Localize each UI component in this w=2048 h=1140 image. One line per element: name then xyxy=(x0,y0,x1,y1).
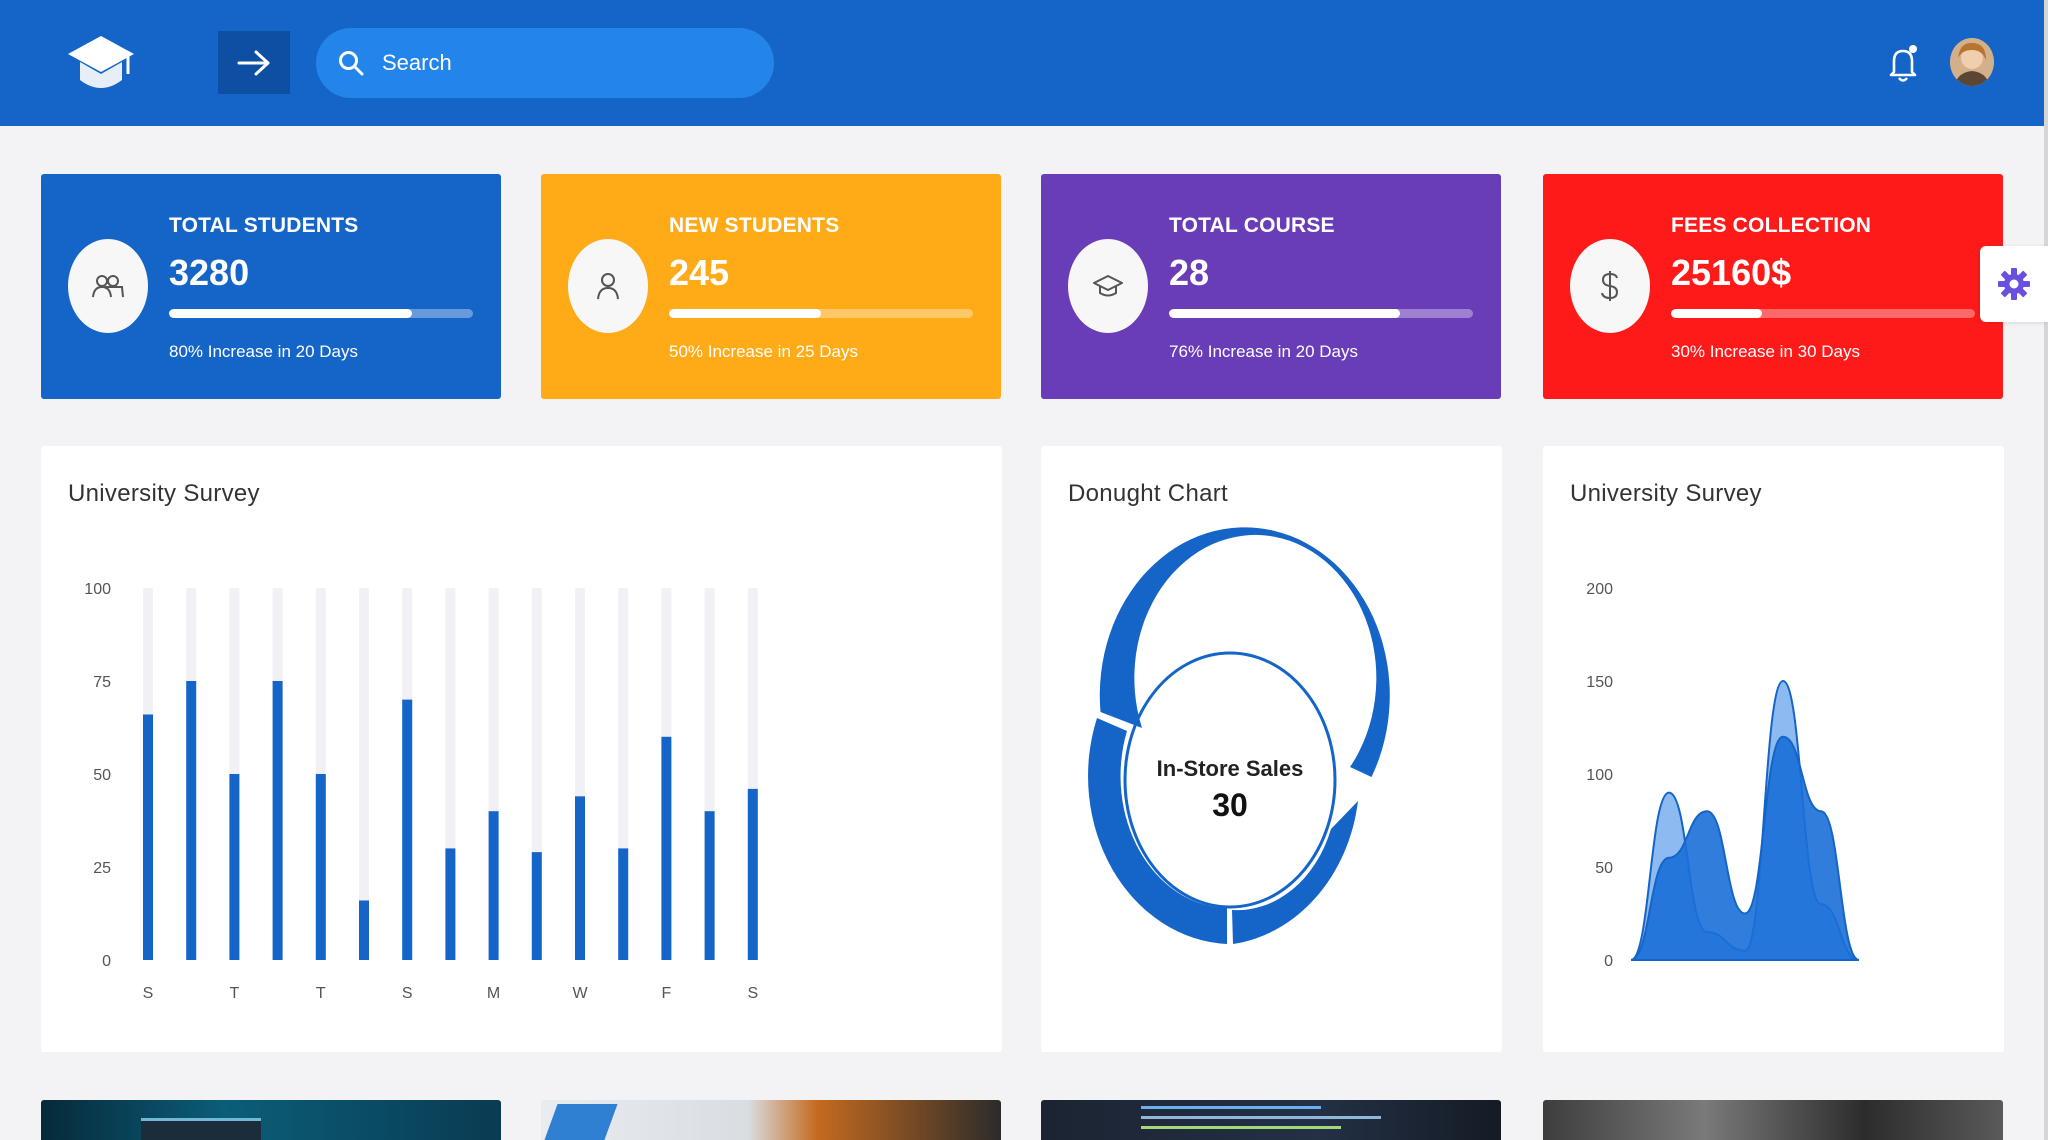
y-tick-label: 100 xyxy=(84,581,111,598)
x-tick-label: T xyxy=(316,985,326,1002)
bar[interactable] xyxy=(229,774,240,960)
x-tick-label: S xyxy=(143,985,154,1002)
donut-chart: In-Store Sales 30 xyxy=(1088,527,1390,944)
stat-progress-fill xyxy=(169,309,413,318)
x-tick-label: S xyxy=(402,985,413,1002)
stat-progress-bar xyxy=(1169,309,1473,318)
bar[interactable] xyxy=(359,900,369,960)
course-image-thumbnail[interactable] xyxy=(41,1100,501,1140)
stat-progress-bar xyxy=(669,309,973,318)
stat-note: 76% Increase in 20 Days xyxy=(1169,342,1358,361)
stat-title: FEES COLLECTION xyxy=(1671,214,1872,237)
donut-segment-bottom-left xyxy=(1088,718,1227,944)
dollar-icon xyxy=(1570,239,1650,333)
donut-segment-top xyxy=(1099,527,1390,777)
stat-card-total-course[interactable]: TOTAL COURSE 28 76% Increase in 20 Days xyxy=(1041,174,1501,399)
stat-note: 80% Increase in 20 Days xyxy=(169,342,358,361)
y-tick-label: 200 xyxy=(1586,581,1613,598)
x-tick-label: S xyxy=(747,985,758,1002)
donut-center-value: 30 xyxy=(1212,787,1248,823)
bar[interactable] xyxy=(531,852,542,960)
gear-icon xyxy=(1998,268,2030,300)
bar[interactable] xyxy=(661,736,672,960)
stat-value: 245 xyxy=(669,252,730,293)
donut-segment-bottom-right xyxy=(1232,801,1358,944)
stat-card-total-students[interactable]: TOTAL STUDENTS 3280 80% Increase in 20 D… xyxy=(41,174,501,399)
bar[interactable] xyxy=(747,788,758,960)
bar[interactable] xyxy=(445,848,456,960)
y-tick-label: 0 xyxy=(1604,953,1613,970)
bar[interactable] xyxy=(488,811,499,960)
course-image-thumbnail[interactable] xyxy=(1543,1100,2003,1140)
search-bar[interactable] xyxy=(316,28,774,98)
bar[interactable] xyxy=(143,714,153,960)
bar[interactable] xyxy=(272,681,283,960)
bar[interactable] xyxy=(704,811,715,960)
x-tick-label: M xyxy=(487,985,500,1002)
donut-chart-card: Donught Chart In-Store Sales 30 xyxy=(1041,446,1502,1052)
stat-progress-bar xyxy=(1671,309,1975,318)
user-avatar[interactable] xyxy=(1950,38,1994,86)
donut-center-label: In-Store Sales xyxy=(1157,756,1304,781)
y-tick-label: 50 xyxy=(93,767,111,784)
bar[interactable] xyxy=(186,681,197,960)
x-tick-label: W xyxy=(572,985,588,1002)
bar[interactable] xyxy=(618,848,629,960)
stat-progress-fill xyxy=(669,309,821,318)
stat-value: 25160$ xyxy=(1671,252,1792,293)
area-chart-card: University Survey 0 50 100 150 200 xyxy=(1543,446,2004,1052)
y-tick-label: 0 xyxy=(102,953,111,970)
search-icon xyxy=(339,51,364,76)
user-icon xyxy=(568,239,648,333)
top-header xyxy=(0,0,2044,126)
y-tick-label: 25 xyxy=(93,860,111,877)
stat-value: 3280 xyxy=(169,252,250,293)
stat-progress-fill xyxy=(1671,309,1763,318)
stat-card-new-students[interactable]: NEW STUDENTS 245 50% Increase in 25 Days xyxy=(541,174,1001,399)
bar-chart-card: University Survey 0 25 50 75 100 S T T S M W F S xyxy=(41,446,1002,1052)
bar-chart: 0 25 50 75 100 S T T S M W F S xyxy=(84,581,758,1002)
y-tick-label: 150 xyxy=(1586,674,1613,691)
y-tick-label: 100 xyxy=(1586,767,1613,784)
bar[interactable] xyxy=(402,699,413,960)
x-tick-label: F xyxy=(662,985,672,1002)
x-tick-label: T xyxy=(230,985,240,1002)
arrow-right-icon xyxy=(237,50,270,75)
graduation-cap-icon xyxy=(1068,239,1148,333)
stat-title: NEW STUDENTS xyxy=(669,214,840,237)
stat-progress-fill xyxy=(1169,309,1401,318)
stat-card-fees-collection[interactable]: FEES COLLECTION 25160$ 30% Increase in 3… xyxy=(1543,174,2003,399)
stat-progress-bar xyxy=(169,309,473,318)
bar[interactable] xyxy=(315,774,326,960)
search-input[interactable] xyxy=(382,50,742,76)
stat-note: 30% Increase in 30 Days xyxy=(1671,342,1860,361)
notification-bell-icon[interactable] xyxy=(1886,44,1920,84)
course-image-thumbnail[interactable] xyxy=(1041,1100,1501,1140)
y-tick-label: 75 xyxy=(93,674,111,691)
stat-title: TOTAL STUDENTS xyxy=(169,214,359,237)
graduation-cap-logo-icon[interactable] xyxy=(66,34,136,96)
bar[interactable] xyxy=(575,796,585,960)
area-chart: 0 50 100 150 200 xyxy=(1586,581,1860,970)
stat-value: 28 xyxy=(1169,252,1210,293)
settings-gear-button[interactable] xyxy=(1980,246,2048,322)
page-scrollbar[interactable] xyxy=(2044,0,2048,1140)
stat-note: 50% Increase in 25 Days xyxy=(669,342,858,361)
course-image-thumbnail[interactable] xyxy=(541,1100,1001,1140)
users-icon xyxy=(68,239,148,333)
stat-title: TOTAL COURSE xyxy=(1169,214,1335,237)
sidebar-toggle-button[interactable] xyxy=(218,31,290,94)
y-tick-label: 50 xyxy=(1595,860,1613,877)
